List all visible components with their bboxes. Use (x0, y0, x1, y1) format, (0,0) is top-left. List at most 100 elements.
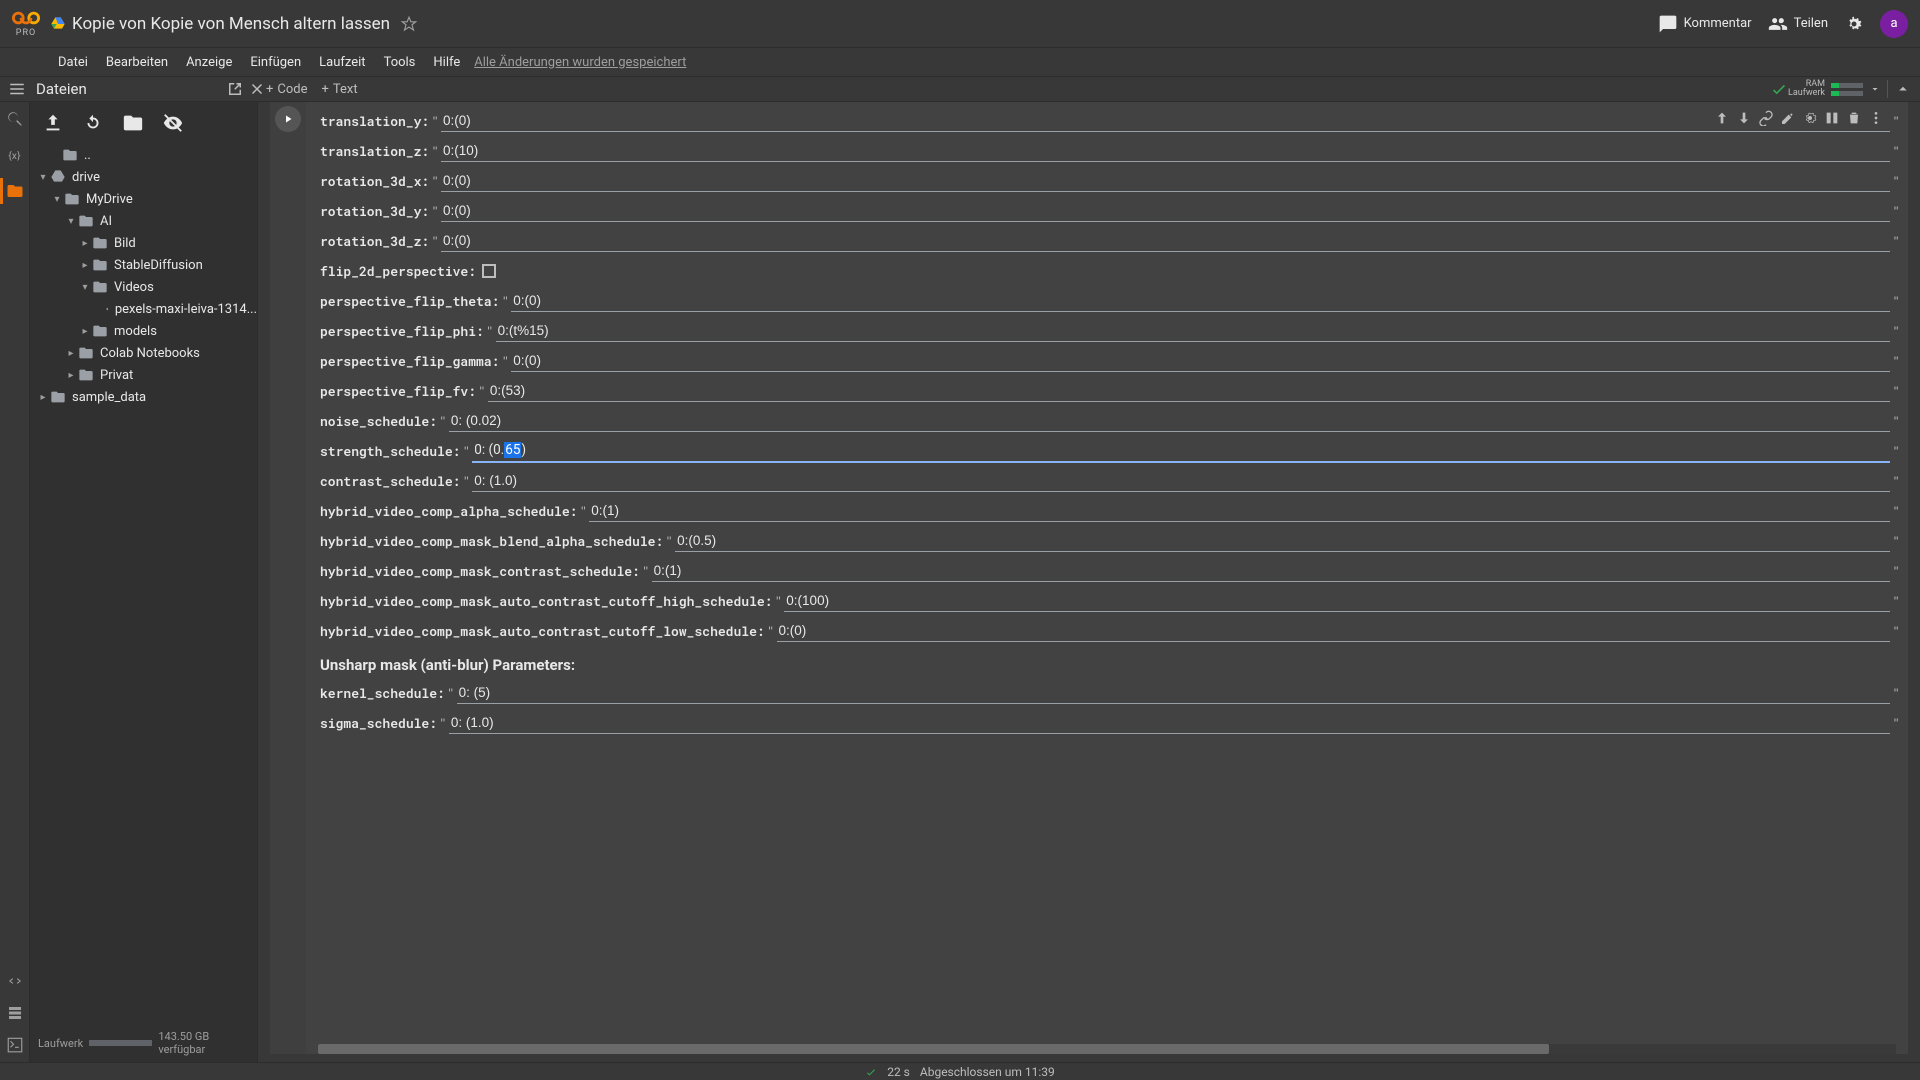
refresh-icon[interactable] (82, 112, 104, 134)
cell-gear-icon[interactable] (1802, 110, 1818, 126)
doc-icon[interactable] (6, 1004, 24, 1022)
star-icon[interactable] (400, 15, 418, 33)
share-button[interactable]: Teilen (1768, 14, 1828, 34)
field-input[interactable] (457, 682, 1891, 704)
mirror-icon[interactable] (1824, 110, 1840, 126)
field-label: kernel_schedule: (320, 684, 445, 702)
document-title[interactable]: Kopie von Kopie von Mensch altern lassen (72, 14, 390, 34)
edit-icon[interactable] (1780, 110, 1796, 126)
tree-item-privat[interactable]: ▸Privat (30, 364, 257, 386)
field-input[interactable] (449, 410, 1890, 432)
link-icon[interactable] (1758, 110, 1774, 126)
menu-einfuegen[interactable]: Einfügen (242, 53, 309, 72)
add-text-button[interactable]: +Text (322, 82, 358, 97)
tree-item-bild[interactable]: ▸Bild (30, 232, 257, 254)
tree-label: pexels-maxi-leiva-1314... (115, 302, 257, 317)
field-input[interactable]: 0: (0.65) (472, 439, 1890, 463)
field-input[interactable] (675, 530, 1890, 552)
field-checkbox[interactable] (482, 264, 496, 278)
row-translation-z: translation_z:"" (320, 136, 1902, 166)
field-label: translation_y: (320, 112, 429, 130)
menu-laufzeit[interactable]: Laufzeit (311, 53, 373, 72)
add-code-button[interactable]: +Code (266, 82, 308, 97)
move-down-icon[interactable] (1736, 110, 1752, 126)
avatar[interactable]: a (1880, 10, 1908, 38)
field-input[interactable] (777, 620, 1891, 642)
field-input[interactable] (441, 110, 1890, 132)
tree-item-ai[interactable]: ▾AI (30, 210, 257, 232)
tree-item-models[interactable]: ▸models (30, 320, 257, 342)
tree-item-drive[interactable]: ▾drive (30, 166, 257, 188)
field-input[interactable] (441, 140, 1890, 162)
input-post: ) (521, 442, 526, 458)
disk-label: Laufwerk (1788, 89, 1825, 98)
menu-datei[interactable]: Datei (50, 53, 96, 72)
tree-item-mydrive[interactable]: ▾MyDrive (30, 188, 257, 210)
comment-button[interactable]: Kommentar (1658, 14, 1752, 34)
cell-gutter (270, 102, 306, 1054)
mount-drive-icon[interactable] (122, 112, 144, 134)
field-input[interactable] (511, 290, 1890, 312)
folder-icon (78, 213, 94, 229)
ram-bar (1831, 83, 1863, 88)
chevron-up-icon[interactable] (1894, 80, 1912, 98)
folder-icon (92, 235, 108, 251)
colab-logo[interactable]: PRO (12, 9, 40, 38)
disk-usage-bar (89, 1040, 152, 1046)
tree-item-sample[interactable]: ▸sample_data (30, 386, 257, 408)
share-icon (1768, 14, 1788, 34)
tree-item-stable[interactable]: ▸StableDiffusion (30, 254, 257, 276)
toc-icon[interactable] (8, 80, 26, 98)
menu-tools[interactable]: Tools (376, 53, 424, 72)
dropdown-icon[interactable] (1869, 83, 1881, 95)
field-input[interactable] (652, 560, 1891, 582)
file-icon (106, 301, 109, 317)
resource-indicator[interactable]: RAM Laufwerk (1788, 80, 1881, 98)
new-window-icon[interactable] (226, 80, 244, 98)
footer-disk-free: 143.50 GB verfügbar (158, 1030, 249, 1056)
upload-icon[interactable] (42, 112, 64, 134)
row-rotation-3d-z: rotation_3d_z:"" (320, 226, 1902, 256)
tree-item-videofile[interactable]: pexels-maxi-leiva-1314... (30, 298, 257, 320)
field-input[interactable] (511, 350, 1890, 372)
row-kernel-schedule: kernel_schedule:"" (320, 678, 1902, 708)
run-button[interactable] (275, 106, 301, 132)
comment-label: Kommentar (1684, 16, 1752, 31)
menu-bearbeiten[interactable]: Bearbeiten (98, 53, 176, 72)
folder-icon[interactable] (6, 182, 24, 200)
horizontal-scrollbar[interactable] (318, 1044, 1896, 1054)
gear-icon[interactable] (1844, 14, 1864, 34)
add-code-label: Code (277, 82, 307, 97)
tree-item-colab[interactable]: ▸Colab Notebooks (30, 342, 257, 364)
tree-label: drive (72, 170, 100, 185)
row-sigma-schedule: sigma_schedule:"" (320, 708, 1902, 738)
field-input[interactable] (449, 712, 1890, 734)
tree-item-parent[interactable]: .. (30, 144, 257, 166)
input-selection: 65 (504, 442, 521, 458)
variables-icon[interactable]: {x} (6, 146, 24, 164)
save-status[interactable]: Alle Änderungen wurden gespeichert (474, 55, 686, 70)
terminal-icon[interactable] (6, 1036, 24, 1054)
field-input[interactable] (441, 230, 1890, 252)
search-icon[interactable] (6, 110, 24, 128)
field-input[interactable] (441, 170, 1890, 192)
move-up-icon[interactable] (1714, 110, 1730, 126)
menu-anzeige[interactable]: Anzeige (178, 53, 240, 72)
code-icon[interactable] (6, 972, 24, 990)
menu-hilfe[interactable]: Hilfe (425, 53, 468, 72)
field-input[interactable] (589, 500, 1890, 522)
more-icon[interactable] (1868, 110, 1884, 126)
tree-item-videos[interactable]: ▾Videos (30, 276, 257, 298)
field-input[interactable] (496, 320, 1891, 342)
scrollbar-thumb[interactable] (318, 1044, 1549, 1054)
field-input[interactable] (488, 380, 1890, 402)
tree-label: StableDiffusion (114, 258, 203, 273)
field-input[interactable] (441, 200, 1890, 222)
close-icon[interactable] (248, 80, 266, 98)
hide-icon[interactable] (162, 112, 184, 134)
delete-icon[interactable] (1846, 110, 1862, 126)
check-icon (1770, 80, 1788, 98)
drive-icon (50, 169, 66, 185)
field-input[interactable] (784, 590, 1890, 612)
field-input[interactable] (472, 470, 1890, 492)
